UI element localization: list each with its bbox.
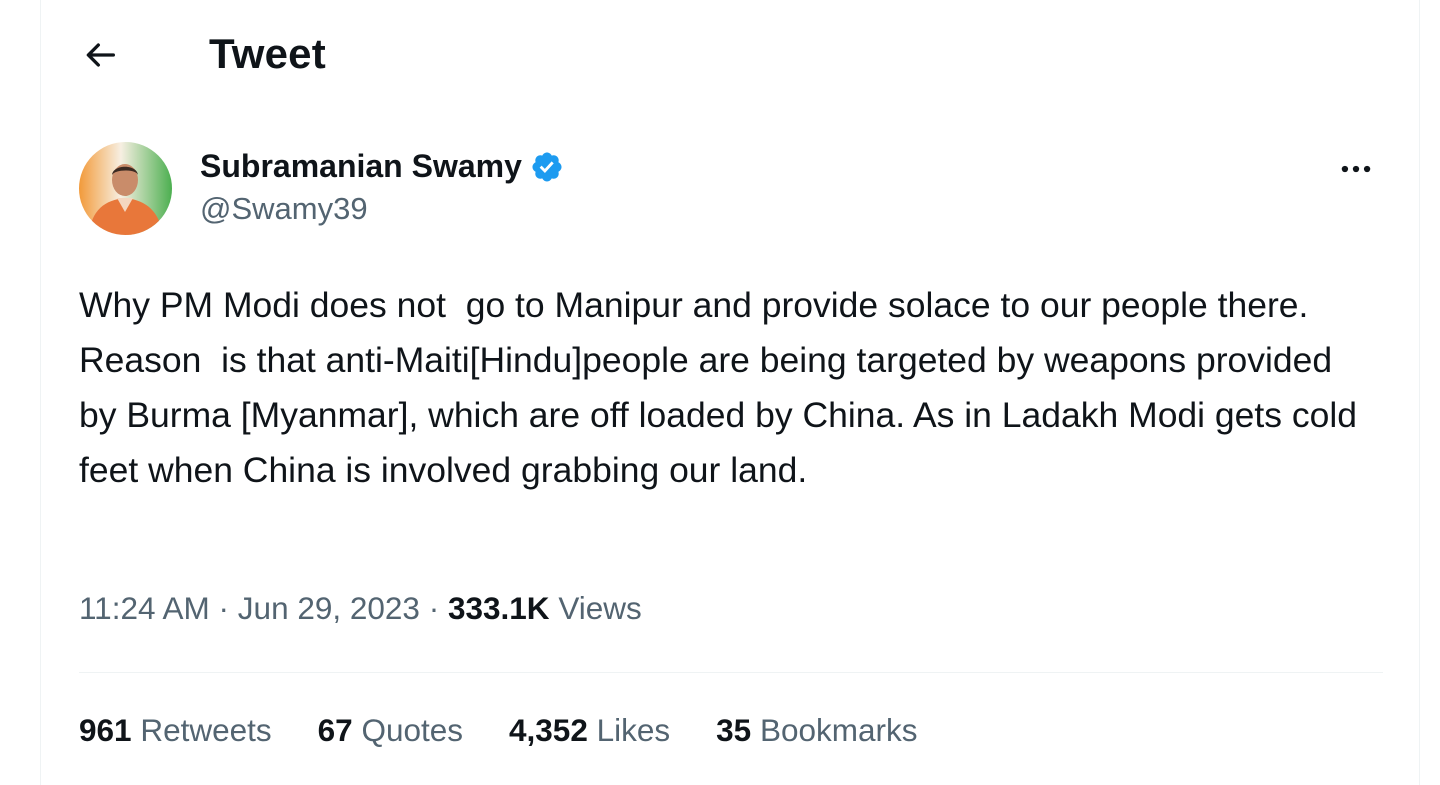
back-button[interactable] [77, 32, 123, 78]
page-header: Tweet [41, 22, 1419, 88]
author-handle[interactable]: @Swamy39 [200, 191, 564, 227]
stat-label: Likes [596, 712, 671, 748]
likes-stat[interactable]: 4,352 Likes [509, 712, 670, 749]
author-names: Subramanian Swamy @Swamy39 [200, 148, 564, 227]
tweet-stats: 961 Retweets 67 Quotes 4,352 Likes 35 Bo… [79, 712, 918, 749]
meta-separator: · [218, 590, 230, 626]
quotes-stat[interactable]: 67 Quotes [318, 712, 463, 749]
stat-count: 67 [317, 712, 353, 748]
tweet-detail-column: Tweet Subramanian Swamy @Swamy39 Why PM … [40, 0, 1420, 785]
page-title: Tweet [209, 30, 326, 77]
stat-count: 4,352 [509, 712, 588, 748]
more-options-button[interactable] [1333, 146, 1379, 192]
tweet-meta: 11:24 AM · Jun 29, 2023 · 333.1K Views [79, 590, 642, 627]
arrow-left-icon [86, 43, 115, 67]
stat-label: Bookmarks [759, 712, 918, 748]
divider [79, 672, 1383, 673]
stat-count: 35 [716, 712, 752, 748]
verified-badge-icon [532, 151, 562, 182]
stat-count: 961 [79, 712, 132, 748]
tweet-date[interactable]: Jun 29, 2023 [238, 590, 420, 626]
tweet-author: Subramanian Swamy @Swamy39 [79, 142, 1379, 238]
bookmarks-stat[interactable]: 35 Bookmarks [716, 712, 917, 749]
author-display-name[interactable]: Subramanian Swamy [200, 148, 522, 185]
retweets-stat[interactable]: 961 Retweets [79, 712, 272, 749]
views-label: Views [558, 590, 642, 626]
tweet-text: Why PM Modi does not go to Manipur and p… [79, 285, 1367, 490]
stat-label: Quotes [361, 712, 464, 748]
more-horizontal-icon [1341, 165, 1371, 173]
stat-label: Retweets [140, 712, 272, 748]
views-count: 333.1K [447, 590, 550, 626]
tweet-time[interactable]: 11:24 AM [79, 590, 210, 626]
avatar[interactable] [79, 142, 172, 235]
meta-separator: · [428, 590, 440, 626]
